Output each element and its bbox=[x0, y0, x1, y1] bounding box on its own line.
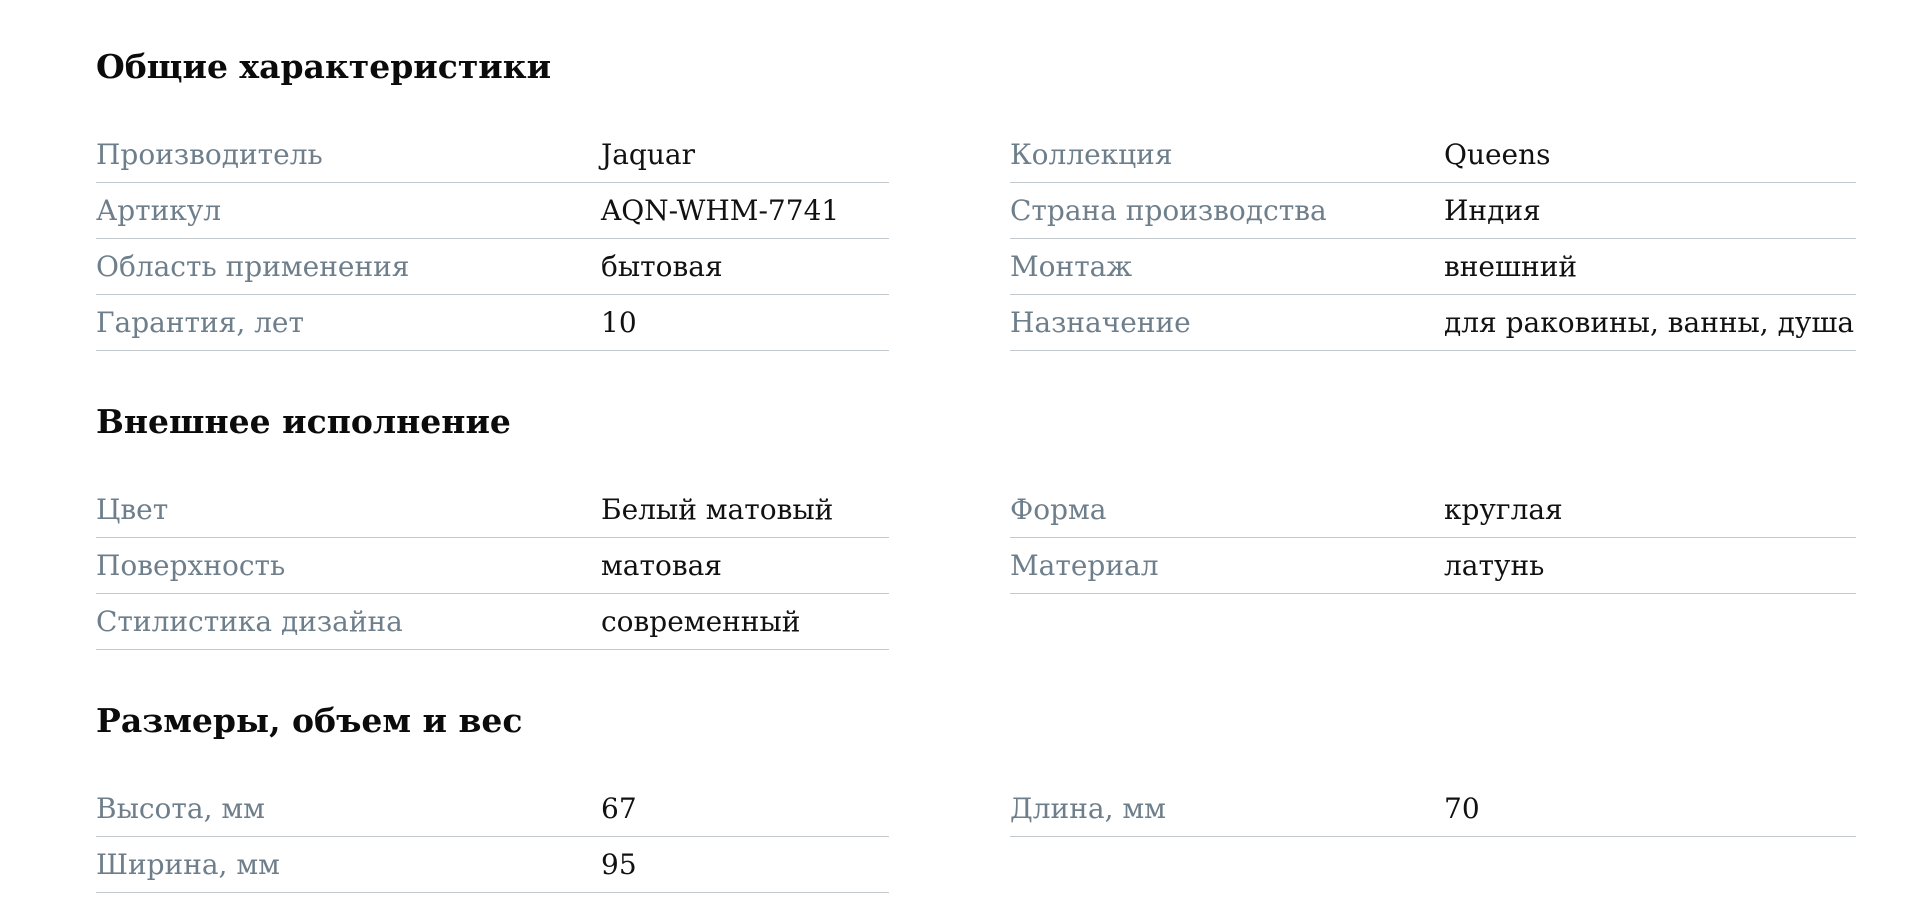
spec-value: современный bbox=[601, 605, 801, 638]
spec-row-collection: Коллекция Queens bbox=[1010, 127, 1856, 183]
spec-row-material: Материал латунь bbox=[1010, 538, 1856, 594]
spec-value: 10 bbox=[601, 306, 637, 339]
spec-label: Поверхность bbox=[96, 549, 286, 582]
spec-label: Форма bbox=[1010, 493, 1107, 526]
spec-value: 95 bbox=[601, 848, 637, 881]
spec-value: внешний bbox=[1444, 250, 1578, 283]
spec-columns: Высота, мм 67 Ширина, мм 95 Длина, мм 70 bbox=[96, 781, 1856, 893]
spec-row-width: Ширина, мм 95 bbox=[96, 837, 889, 893]
spec-row-design-style: Стилистика дизайна современный bbox=[96, 594, 889, 650]
spec-label: Гарантия, лет bbox=[96, 306, 304, 339]
spec-column-left: Производитель Jaquar Артикул AQN-WHM-774… bbox=[96, 127, 889, 351]
spec-column-left: Высота, мм 67 Ширина, мм 95 bbox=[96, 781, 889, 893]
spec-label: Коллекция bbox=[1010, 138, 1173, 171]
section-title: Общие характеристики bbox=[96, 47, 552, 86]
spec-row-country: Страна производства Индия bbox=[1010, 183, 1856, 239]
spec-label: Производитель bbox=[96, 138, 323, 171]
section-appearance: Внешнее исполнение Цвет Белый матовый По… bbox=[96, 402, 1856, 650]
spec-row-purpose: Назначение для раковины, ванны, душа bbox=[1010, 295, 1856, 351]
spec-value: Индия bbox=[1444, 194, 1541, 227]
spec-row-shape: Форма круглая bbox=[1010, 482, 1856, 538]
spec-columns: Цвет Белый матовый Поверхность матовая С… bbox=[96, 482, 1856, 650]
spec-row-application: Область применения бытовая bbox=[96, 239, 889, 295]
spec-label: Область применения bbox=[96, 250, 410, 283]
spec-label: Стилистика дизайна bbox=[96, 605, 403, 638]
spec-row-article: Артикул AQN-WHM-7741 bbox=[96, 183, 889, 239]
spec-value: для раковины, ванны, душа bbox=[1444, 306, 1855, 339]
section-title: Размеры, объем и вес bbox=[96, 701, 523, 740]
spec-row-mounting: Монтаж внешний bbox=[1010, 239, 1856, 295]
spec-column-right: Форма круглая Материал латунь bbox=[1010, 482, 1856, 594]
spec-value: 70 bbox=[1444, 792, 1480, 825]
spec-label: Высота, мм bbox=[96, 792, 265, 825]
spec-value: 67 bbox=[601, 792, 637, 825]
spec-value: Jaquar bbox=[601, 138, 695, 171]
spec-row-height: Высота, мм 67 bbox=[96, 781, 889, 837]
spec-column-left: Цвет Белый матовый Поверхность матовая С… bbox=[96, 482, 889, 650]
specifications-page: Общие характеристики Производитель Jaqua… bbox=[96, 0, 1856, 893]
spec-label: Цвет bbox=[96, 493, 169, 526]
spec-label: Длина, мм bbox=[1010, 792, 1166, 825]
spec-label: Артикул bbox=[96, 194, 222, 227]
spec-value: бытовая bbox=[601, 250, 723, 283]
spec-label: Назначение bbox=[1010, 306, 1191, 339]
spec-columns: Производитель Jaquar Артикул AQN-WHM-774… bbox=[96, 127, 1856, 351]
spec-row-surface: Поверхность матовая bbox=[96, 538, 889, 594]
spec-row-color: Цвет Белый матовый bbox=[96, 482, 889, 538]
spec-label: Монтаж bbox=[1010, 250, 1133, 283]
spec-label: Страна производства bbox=[1010, 194, 1327, 227]
spec-column-right: Коллекция Queens Страна производства Инд… bbox=[1010, 127, 1856, 351]
spec-label: Материал bbox=[1010, 549, 1159, 582]
section-title: Внешнее исполнение bbox=[96, 402, 511, 441]
spec-row-length: Длина, мм 70 bbox=[1010, 781, 1856, 837]
section-dimensions: Размеры, объем и вес Высота, мм 67 Ширин… bbox=[96, 701, 1856, 893]
spec-value: Белый матовый bbox=[601, 493, 834, 526]
spec-label: Ширина, мм bbox=[96, 848, 280, 881]
section-general: Общие характеристики Производитель Jaqua… bbox=[96, 0, 1856, 351]
spec-row-warranty: Гарантия, лет 10 bbox=[96, 295, 889, 351]
spec-value: AQN-WHM-7741 bbox=[601, 194, 840, 227]
spec-column-right: Длина, мм 70 bbox=[1010, 781, 1856, 837]
spec-value: матовая bbox=[601, 549, 722, 582]
spec-value: латунь bbox=[1444, 549, 1545, 582]
spec-row-manufacturer: Производитель Jaquar bbox=[96, 127, 889, 183]
spec-value: Queens bbox=[1444, 138, 1551, 171]
spec-value: круглая bbox=[1444, 493, 1563, 526]
